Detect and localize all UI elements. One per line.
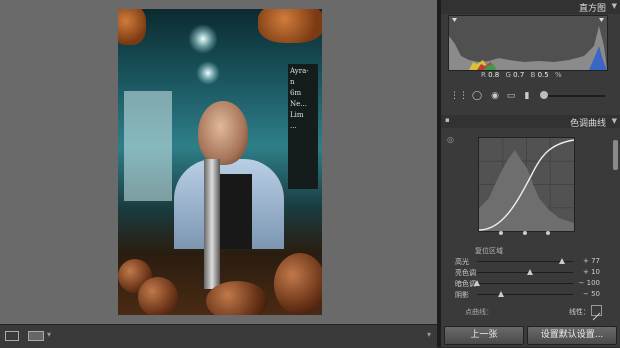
ceiling-light xyxy=(196,61,220,85)
juicer-machine xyxy=(204,159,220,289)
pomegranate-bag xyxy=(258,9,322,43)
collapse-triangle-icon[interactable]: ▼ xyxy=(612,117,617,125)
pomegranate xyxy=(274,253,322,315)
slider-thumb[interactable] xyxy=(559,258,566,264)
darks-slider[interactable]: 暗色调 − 100 xyxy=(441,278,620,289)
linear-curve-icon[interactable] xyxy=(591,305,602,321)
rgb-readout: R 0.8 G 0.7 B 0.5 % xyxy=(481,71,562,79)
panel-scrollbar[interactable] xyxy=(613,140,618,170)
red-eye-icon[interactable]: ◉ xyxy=(490,91,500,101)
lights-slider[interactable]: 亮色调 + 10 xyxy=(441,267,620,278)
highlights-slider[interactable]: 高光 + 77 xyxy=(441,256,620,267)
pomegranate-bag xyxy=(118,9,146,45)
slider-track[interactable] xyxy=(477,258,573,264)
filmstrip-toolbar: ▾ ▾ xyxy=(0,324,437,348)
split-handle[interactable] xyxy=(546,231,550,235)
tool-slider[interactable] xyxy=(543,95,605,97)
tone-curve-title: 色调曲线 xyxy=(569,119,606,129)
adjustment-brush-icon[interactable]: ▮ xyxy=(522,91,532,101)
chalkboard-menu: Ayra- n 6m Ne... Lim ... xyxy=(288,64,318,189)
develop-panel: 直方图 ▼ R 0.8 G 0.7 B 0.5 % ⋮⋮ ◯ ◉ ▭ ▮ 色调曲… xyxy=(441,0,620,347)
shadows-slider[interactable]: 阴影 − 50 xyxy=(441,289,620,300)
photo-canvas: Ayra- n 6m Ne... Lim ... xyxy=(0,0,437,324)
tone-curve-svg xyxy=(479,138,574,231)
slider-thumb[interactable] xyxy=(474,280,480,286)
point-curve-label: 点曲线： xyxy=(465,308,493,316)
histogram-svg xyxy=(449,18,607,70)
photo-preview[interactable]: Ayra- n 6m Ne... Lim ... xyxy=(118,9,322,315)
region-label: 复位区域 xyxy=(475,247,503,255)
previous-button[interactable]: 上一张 xyxy=(444,326,524,345)
fridge-door xyxy=(124,91,172,201)
pomegranate xyxy=(138,277,178,315)
split-handle[interactable] xyxy=(499,231,503,235)
spot-removal-icon[interactable]: ◯ xyxy=(472,91,482,101)
histogram-graph xyxy=(448,15,608,71)
crop-overlay-icon[interactable]: ⋮⋮ xyxy=(450,91,468,101)
linear-dropdown[interactable]: 线性： xyxy=(569,307,590,317)
pomegranate xyxy=(206,281,268,315)
compare-view-icon[interactable] xyxy=(28,331,44,341)
slider-thumb[interactable] xyxy=(498,291,504,297)
graduated-filter-icon[interactable]: ▭ xyxy=(506,91,516,101)
tone-curve-header[interactable]: 色调曲线 ▼ ▪ xyxy=(441,115,620,129)
tone-curve-graph[interactable] xyxy=(478,137,575,232)
man-face xyxy=(198,101,248,165)
curve-split-handles xyxy=(478,231,573,236)
chevron-down-icon[interactable]: ▾ xyxy=(47,330,51,339)
reset-defaults-button[interactable]: 设置默认设置... xyxy=(527,326,617,345)
ceiling-light xyxy=(188,24,218,54)
panel-switch-icon[interactable]: ▪ xyxy=(445,116,450,124)
tool-slider-thumb[interactable] xyxy=(540,91,548,99)
slider-track[interactable] xyxy=(477,291,573,297)
histogram-title: 直方图 xyxy=(578,4,606,14)
develop-tool-strip: ⋮⋮ ◯ ◉ ▭ ▮ xyxy=(448,88,608,104)
split-handle[interactable] xyxy=(523,231,527,235)
slider-track[interactable] xyxy=(477,269,573,275)
collapse-triangle-icon[interactable]: ▼ xyxy=(612,2,617,10)
slider-track[interactable] xyxy=(474,280,573,286)
slider-thumb[interactable] xyxy=(526,269,533,275)
histogram-header[interactable]: 直方图 ▼ xyxy=(441,0,620,14)
target-adjust-icon[interactable]: ◎ xyxy=(447,135,454,144)
loupe-view-icon[interactable] xyxy=(5,331,19,341)
chevron-down-icon[interactable]: ▾ xyxy=(427,330,431,339)
